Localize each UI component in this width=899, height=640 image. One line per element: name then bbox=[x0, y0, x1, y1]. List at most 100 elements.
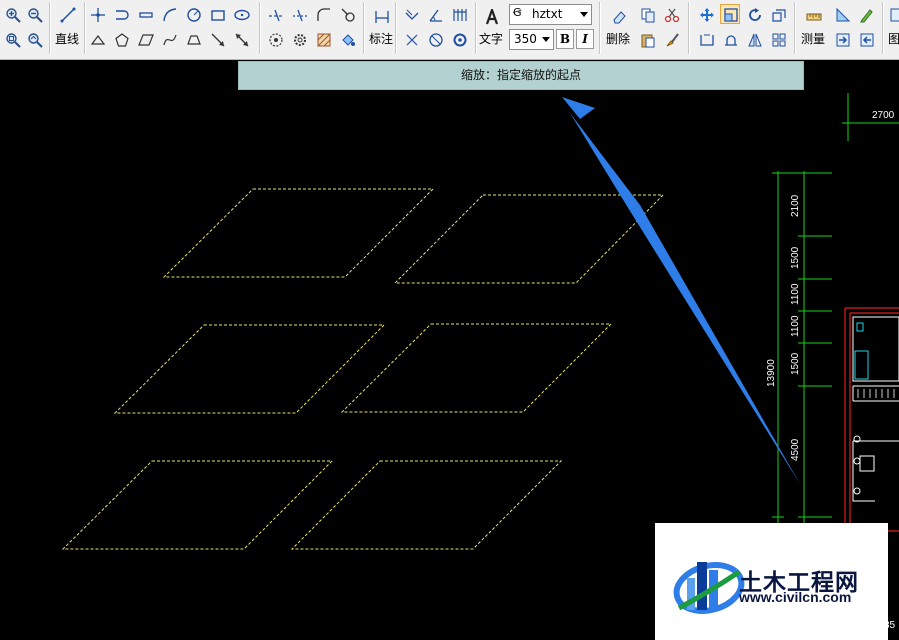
zoom-window-button[interactable] bbox=[2, 29, 22, 49]
dimension-text: 1500 bbox=[790, 352, 801, 375]
text-height-value: 350 bbox=[514, 32, 537, 46]
rectangle-button[interactable] bbox=[207, 4, 227, 24]
parallelogram-button[interactable] bbox=[135, 29, 155, 49]
truncated-tool-label[interactable]: 图 bbox=[888, 30, 899, 47]
array-circle-button[interactable] bbox=[265, 29, 285, 49]
circle-button[interactable] bbox=[183, 4, 203, 24]
zoom-previous-button[interactable] bbox=[24, 29, 44, 49]
zoom-in-button[interactable] bbox=[2, 4, 22, 24]
dimension-text: 1100 bbox=[790, 283, 801, 305]
fillet-icon bbox=[317, 8, 330, 21]
parallelogram-icon bbox=[138, 34, 154, 46]
text-button[interactable] bbox=[481, 6, 501, 26]
copy-object-button[interactable] bbox=[696, 29, 716, 49]
dimension-label[interactable]: 标注 bbox=[369, 30, 393, 47]
zoom-out-button[interactable] bbox=[24, 4, 44, 24]
watermark-logo: 土木工程网 www.civilcn.com bbox=[655, 523, 888, 640]
rotate-button[interactable] bbox=[744, 4, 764, 24]
polyline-arc-button[interactable] bbox=[111, 4, 131, 24]
radius-dimension-button[interactable] bbox=[401, 29, 421, 49]
dashed-parallelograms bbox=[61, 188, 665, 550]
truncated-tool-button[interactable] bbox=[886, 4, 899, 24]
toolbar-separator bbox=[475, 2, 477, 54]
axis-grid-button[interactable] bbox=[87, 4, 107, 24]
text-height-select[interactable]: 350 bbox=[509, 29, 554, 50]
triangle-button[interactable] bbox=[87, 29, 107, 49]
ray-icon bbox=[211, 33, 225, 47]
rotate-icon bbox=[749, 8, 761, 21]
extend-icon bbox=[293, 9, 307, 22]
stretch-icon bbox=[772, 9, 786, 22]
edit-button[interactable] bbox=[856, 4, 876, 24]
cut-button[interactable] bbox=[661, 4, 681, 24]
italic-button[interactable]: I bbox=[576, 29, 594, 49]
bold-button[interactable]: B bbox=[556, 29, 574, 49]
parallelogram-shape[interactable] bbox=[340, 323, 613, 413]
offset-button[interactable] bbox=[289, 29, 309, 49]
line-icon bbox=[60, 7, 76, 23]
delete-label[interactable]: 删除 bbox=[606, 30, 630, 47]
fill-button[interactable] bbox=[337, 29, 357, 49]
line-button[interactable] bbox=[57, 4, 77, 24]
move-button[interactable] bbox=[696, 4, 716, 24]
parallelogram-shape[interactable] bbox=[290, 460, 563, 550]
ellipse-button[interactable] bbox=[231, 4, 251, 24]
toolbar-separator bbox=[688, 2, 690, 54]
ruler-icon bbox=[806, 13, 822, 21]
match-properties-button[interactable] bbox=[661, 29, 681, 49]
break-button[interactable] bbox=[337, 4, 357, 24]
polyline-arc-icon bbox=[116, 10, 129, 20]
area-button[interactable] bbox=[832, 4, 852, 24]
toolbar-separator bbox=[599, 2, 601, 54]
center-mark-icon bbox=[453, 33, 467, 47]
baseline-dimension-button[interactable] bbox=[449, 4, 469, 24]
measure-label[interactable]: 测量 bbox=[801, 30, 825, 47]
construction-line-button[interactable] bbox=[231, 29, 251, 49]
mirror-icon bbox=[748, 33, 762, 47]
arc-button[interactable] bbox=[159, 4, 179, 24]
line-label[interactable]: 直线 bbox=[55, 30, 79, 47]
dimension-button[interactable] bbox=[371, 6, 391, 26]
fillet-button[interactable] bbox=[313, 4, 333, 24]
measure-button[interactable] bbox=[803, 6, 823, 26]
array-button[interactable] bbox=[768, 29, 788, 49]
dimension-text: 2100 bbox=[790, 194, 801, 217]
scale-button[interactable] bbox=[720, 4, 740, 24]
parallelogram-shape[interactable] bbox=[113, 324, 386, 414]
export-button[interactable] bbox=[856, 29, 876, 49]
import-button[interactable] bbox=[832, 29, 852, 49]
building-logo-icon bbox=[673, 562, 745, 614]
ellipse-icon bbox=[234, 9, 250, 21]
double-line-button[interactable] bbox=[135, 4, 155, 24]
offset-object-button[interactable] bbox=[720, 29, 740, 49]
diameter-dimension-button[interactable] bbox=[425, 29, 445, 49]
parallelogram-shape[interactable] bbox=[162, 188, 435, 278]
break-icon bbox=[341, 8, 355, 22]
aligned-dimension-button[interactable] bbox=[401, 4, 421, 24]
copy-button[interactable] bbox=[637, 4, 657, 24]
font-select-value: hztxt bbox=[532, 7, 563, 21]
stretch-button[interactable] bbox=[768, 4, 788, 24]
parallelogram-shape[interactable] bbox=[61, 460, 334, 550]
center-mark-button[interactable] bbox=[449, 29, 469, 49]
font-select[interactable]: Ꞡ hztxt bbox=[509, 4, 592, 25]
trim-button[interactable] bbox=[265, 4, 285, 24]
spline-button[interactable] bbox=[159, 29, 179, 49]
hatch-button[interactable] bbox=[313, 29, 333, 49]
angular-dimension-button[interactable] bbox=[425, 4, 445, 24]
trapezoid-button[interactable] bbox=[183, 29, 203, 49]
chevron-down-icon bbox=[580, 12, 588, 17]
rectangle-icon bbox=[211, 10, 225, 21]
brush-icon bbox=[666, 33, 679, 47]
delete-button[interactable] bbox=[608, 6, 628, 26]
ray-button[interactable] bbox=[207, 29, 227, 49]
aligned-dimension-icon bbox=[405, 9, 419, 20]
arc-icon bbox=[163, 8, 177, 22]
construction-line-icon bbox=[235, 33, 249, 47]
mirror-button[interactable] bbox=[744, 29, 764, 49]
paste-button[interactable] bbox=[637, 29, 657, 49]
polygon-button[interactable] bbox=[111, 29, 131, 49]
text-label[interactable]: 文字 bbox=[479, 30, 503, 47]
extend-button[interactable] bbox=[289, 4, 309, 24]
chevron-down-icon bbox=[542, 37, 550, 42]
